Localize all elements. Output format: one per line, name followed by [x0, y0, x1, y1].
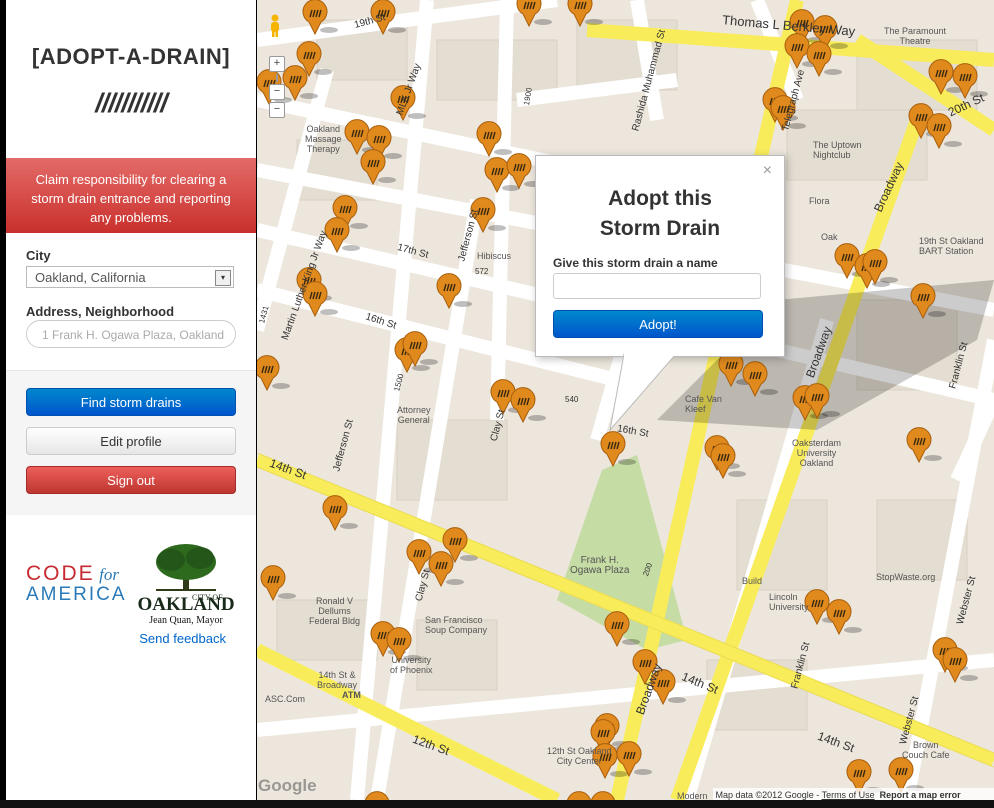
poi-label: 14th St & Broadway [317, 670, 358, 690]
city-of-oakland-logo[interactable]: CITY OF OAKLAND Jean Quan, Mayor [136, 540, 236, 626]
find-storm-drains-button[interactable]: Find storm drains [26, 388, 236, 416]
poi-label: Hibiscus [477, 251, 512, 261]
code-for-america-logo[interactable]: CODE for AMERICA [26, 562, 128, 606]
poi-label: Oak [821, 232, 838, 242]
city-label: City [26, 248, 51, 263]
cfa-for-text: for [99, 565, 119, 584]
zoom-control[interactable]: + − − [269, 56, 285, 118]
search-form: City Oakland, California ▾ Address, Neig… [6, 234, 256, 370]
app-logo: [ADOPT-A-DRAIN] [31, 44, 231, 69]
street-number: 540 [565, 395, 579, 404]
logo-slashes: /////////// [95, 88, 168, 118]
zoom-out-icon[interactable]: − [269, 102, 285, 118]
poi-label: The Paramount Theatre [884, 26, 947, 46]
zoom-in-icon[interactable]: + [269, 56, 285, 72]
address-input[interactable]: 1 Frank H. Ogawa Plaza, Oakland [26, 320, 236, 348]
popup-title: Adopt this Storm Drain [599, 187, 721, 240]
popup-pointer [609, 352, 678, 432]
adopt-drain-popup: × Adopt this Storm Drain Give this storm… [535, 155, 785, 357]
adopt-button[interactable]: Adopt! [553, 310, 763, 338]
oakland-mayor: Jean Quan, Mayor [149, 615, 223, 626]
street-number: 572 [475, 267, 489, 276]
info-banner: Claim responsibility for clearing a stor… [6, 158, 256, 233]
cfa-america-text: AMERICA [26, 584, 127, 605]
cfa-code-text: CODE [26, 562, 95, 585]
sidebar: [ADOPT-A-DRAIN] /////////// Claim respon… [6, 0, 256, 808]
chevron-down-icon: ▾ [215, 270, 231, 286]
poi-label: Lincoln University [769, 592, 809, 612]
poi-label: Modern [677, 791, 708, 800]
poi-label: Cafe Van Kleef [685, 394, 722, 414]
poi-label: University of Phoenix [390, 655, 433, 675]
zoom-out-icon[interactable]: − [269, 84, 285, 100]
poi-label: Ronald V Dellums Federal Bldg [309, 596, 361, 626]
poi-label: The Uptown Nightclub [813, 140, 862, 160]
close-icon[interactable]: × [763, 162, 772, 180]
poi-label: Brown Couch Cafe [902, 740, 950, 760]
report-map-error-link[interactable]: Report a map error [880, 790, 961, 800]
send-feedback-link[interactable]: Send feedback [6, 631, 256, 646]
poi-label: San Francisco Soup Company [425, 615, 488, 635]
oakland-name: OAKLAND [137, 594, 235, 615]
window-bottom-edge [0, 800, 994, 808]
edit-profile-button[interactable]: Edit profile [26, 427, 236, 455]
poi-label: ASC.Com [265, 694, 306, 704]
poi-label: Frank H. Ogawa Plaza [570, 555, 630, 576]
sign-out-button[interactable]: Sign out [26, 466, 236, 494]
poi-label: Oakland Massage Therapy [305, 124, 342, 154]
google-logo[interactable]: Google [258, 776, 317, 796]
drain-name-input[interactable] [553, 273, 761, 299]
poi-label: StopWaste.org [876, 572, 936, 582]
poi-label: 19th St Oakland BART Station [919, 236, 984, 256]
city-select-value: Oakland, California [35, 270, 146, 285]
action-buttons: Find storm drains Edit profile Sign out [6, 370, 256, 515]
city-select[interactable]: Oakland, California ▾ [26, 266, 234, 288]
address-label: Address, Neighborhood [26, 304, 175, 319]
poi-label: Attorney General [397, 405, 431, 425]
poi-label: Build [742, 576, 763, 586]
terms-of-use-link[interactable]: Terms of Use [822, 790, 875, 800]
map-data-text: Map data ©2012 Google [715, 790, 814, 800]
zoom-slider[interactable] [276, 74, 278, 82]
poi-label: 12th St Oakland City Center [547, 746, 612, 766]
drain-name-label: Give this storm drain a name [553, 256, 718, 270]
street-view-pegman-icon[interactable] [268, 14, 282, 38]
poi-label: Oaksterdam University Oakland [792, 438, 842, 468]
poi-label: ATM [342, 690, 361, 700]
logo-area: [ADOPT-A-DRAIN] /////////// [6, 0, 256, 158]
oak-tree-icon [156, 544, 216, 591]
poi-label: Flora [809, 196, 830, 206]
